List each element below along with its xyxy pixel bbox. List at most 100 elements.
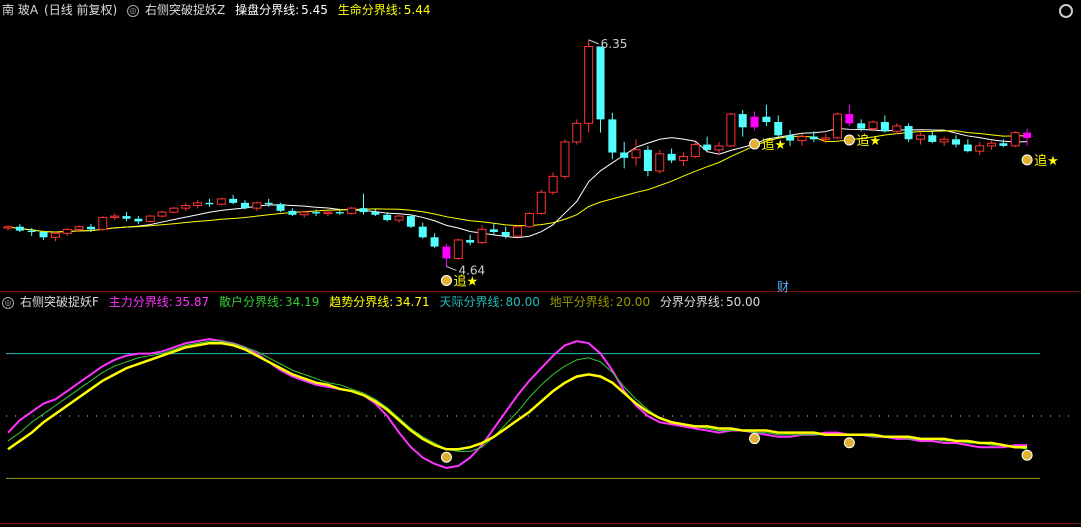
candle bbox=[122, 216, 131, 219]
candle bbox=[394, 215, 404, 221]
money-bag-icon bbox=[749, 433, 761, 445]
candle bbox=[371, 212, 380, 215]
candle bbox=[513, 226, 523, 237]
candle bbox=[928, 135, 937, 142]
candle bbox=[15, 226, 24, 231]
candle bbox=[584, 46, 594, 124]
candle bbox=[631, 149, 641, 159]
candle bbox=[786, 135, 795, 141]
high-label: 6.35 bbox=[601, 37, 628, 51]
candle bbox=[430, 237, 439, 247]
candle bbox=[809, 136, 818, 140]
series-line bbox=[7, 338, 1028, 470]
candle bbox=[762, 116, 771, 123]
candle bbox=[857, 123, 866, 129]
candle bbox=[169, 207, 179, 213]
candle bbox=[833, 113, 842, 139]
candle bbox=[845, 114, 854, 124]
signal-text: 追★ bbox=[762, 137, 787, 153]
money-bag-icon bbox=[440, 274, 452, 286]
candle bbox=[134, 218, 143, 222]
candle bbox=[359, 208, 368, 213]
candle bbox=[453, 239, 463, 259]
candle bbox=[690, 144, 700, 157]
candle bbox=[608, 119, 617, 153]
candle bbox=[157, 211, 167, 217]
candle bbox=[264, 202, 273, 205]
candle bbox=[655, 153, 665, 172]
candle bbox=[276, 204, 285, 211]
candle bbox=[62, 228, 72, 234]
signal-text: 追★ bbox=[856, 133, 881, 149]
signal-text: 追★ bbox=[1034, 153, 1059, 169]
candle bbox=[821, 137, 831, 140]
candle bbox=[501, 232, 510, 236]
candle bbox=[383, 214, 392, 221]
money-bag-icon bbox=[1021, 154, 1033, 166]
candle bbox=[667, 153, 676, 161]
candle bbox=[98, 216, 108, 230]
low-pointer bbox=[446, 265, 457, 271]
candle bbox=[1010, 132, 1020, 147]
money-bag-icon bbox=[1021, 449, 1033, 461]
candle bbox=[904, 126, 913, 140]
candle bbox=[406, 216, 415, 227]
candle bbox=[738, 114, 747, 128]
candle bbox=[335, 212, 344, 214]
candle bbox=[323, 211, 333, 214]
finance-marker[interactable]: 财 bbox=[777, 278, 789, 295]
candle bbox=[466, 239, 475, 243]
candle bbox=[939, 138, 949, 143]
candle bbox=[50, 232, 60, 238]
candle bbox=[288, 210, 297, 215]
candle bbox=[963, 144, 972, 152]
candle bbox=[524, 212, 534, 228]
candle bbox=[797, 136, 807, 142]
candle bbox=[703, 144, 712, 150]
candle bbox=[110, 215, 120, 218]
candle bbox=[418, 226, 427, 238]
candle bbox=[975, 145, 985, 152]
candle bbox=[229, 198, 238, 203]
candle bbox=[774, 122, 783, 136]
candle bbox=[74, 226, 84, 230]
candle bbox=[714, 145, 724, 151]
candle bbox=[477, 228, 487, 244]
money-bag-icon bbox=[843, 437, 855, 449]
candle bbox=[181, 205, 191, 209]
candle bbox=[299, 211, 309, 216]
candle bbox=[252, 202, 262, 209]
candle bbox=[560, 141, 570, 177]
candle bbox=[548, 175, 558, 193]
candle bbox=[987, 142, 997, 147]
candle bbox=[750, 116, 759, 128]
money-bag-icon bbox=[440, 451, 452, 463]
candle bbox=[999, 143, 1008, 146]
candle bbox=[489, 229, 498, 232]
high-pointer bbox=[588, 39, 599, 45]
candle bbox=[678, 155, 688, 161]
candle bbox=[27, 230, 36, 232]
candle bbox=[952, 139, 960, 145]
candle bbox=[596, 46, 605, 120]
candle bbox=[643, 149, 652, 172]
candle bbox=[868, 121, 878, 130]
candle bbox=[241, 202, 249, 209]
candle bbox=[620, 152, 629, 158]
candle bbox=[915, 134, 925, 140]
candle bbox=[39, 232, 48, 238]
candle bbox=[880, 122, 889, 132]
candle bbox=[726, 113, 736, 147]
candle bbox=[312, 212, 321, 214]
signal-text: 追★ bbox=[453, 273, 478, 289]
candle bbox=[1023, 132, 1032, 138]
candle bbox=[216, 198, 226, 205]
money-bag-icon bbox=[749, 138, 761, 150]
candle bbox=[193, 202, 203, 207]
candle bbox=[536, 191, 546, 214]
candle bbox=[145, 215, 155, 222]
money-bag-icon bbox=[843, 134, 855, 146]
candle bbox=[86, 226, 95, 230]
candle bbox=[892, 125, 902, 132]
chart-canvas[interactable]: 6.354.64追★追★ 追★追★ bbox=[0, 0, 1081, 527]
